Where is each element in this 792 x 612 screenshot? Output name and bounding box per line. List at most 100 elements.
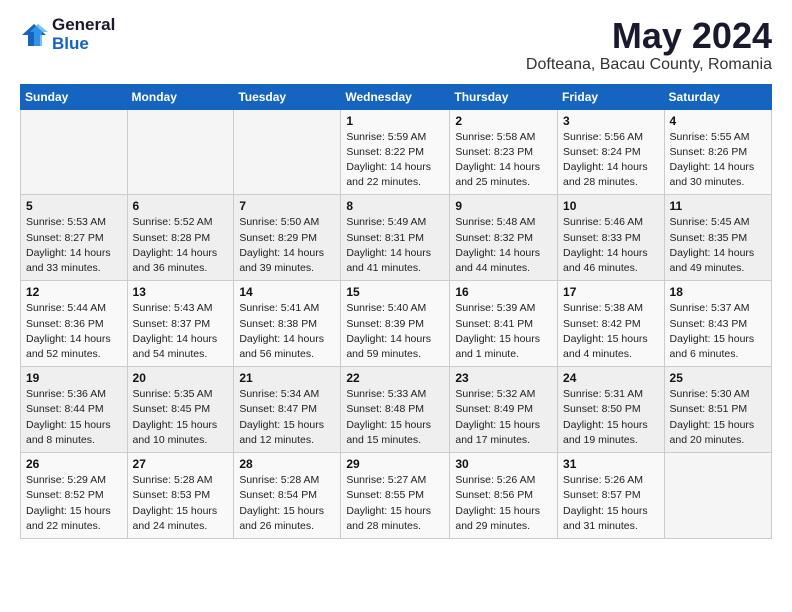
day-info: Sunrise: 5:58 AM Sunset: 8:23 PM Dayligh…: [455, 130, 552, 191]
day-info: Sunrise: 5:56 AM Sunset: 8:24 PM Dayligh…: [563, 130, 659, 191]
day-of-week-header: Monday: [127, 84, 234, 109]
logo-blue: Blue: [52, 35, 115, 54]
day-number: 15: [346, 285, 444, 299]
calendar-cell: 3 Sunrise: 5:56 AM Sunset: 8:24 PM Daylig…: [558, 109, 665, 195]
calendar-cell: 19 Sunrise: 5:36 AM Sunset: 8:44 PM Dayli…: [21, 367, 128, 453]
calendar-cell: 17Sunrise: 5:38 AM Sunset: 8:42 PM Dayli…: [558, 281, 665, 367]
day-info: Sunrise: 5:44 AM Sunset: 8:36 PM Dayligh…: [26, 301, 122, 362]
day-info: Sunrise: 5:43 AM Sunset: 8:37 PM Dayligh…: [133, 301, 229, 362]
calendar-cell: [234, 109, 341, 195]
day-info: Sunrise: 5:49 AM Sunset: 8:31 PM Dayligh…: [346, 215, 444, 276]
day-number: 14: [239, 285, 335, 299]
day-of-week-header: Tuesday: [234, 84, 341, 109]
day-info: Sunrise: 5:40 AM Sunset: 8:39 PM Dayligh…: [346, 301, 444, 362]
day-number: 13: [133, 285, 229, 299]
day-info: Sunrise: 5:28 AM Sunset: 8:53 PM Dayligh…: [133, 473, 229, 534]
calendar-cell: 22Sunrise: 5:33 AM Sunset: 8:48 PM Dayli…: [341, 367, 450, 453]
header: General Blue May 2024 Dofteana, Bacau Co…: [20, 16, 772, 74]
calendar-week-row: 19 Sunrise: 5:36 AM Sunset: 8:44 PM Dayli…: [21, 367, 772, 453]
calendar-cell: 26Sunrise: 5:29 AM Sunset: 8:52 PM Dayli…: [21, 453, 128, 539]
day-number: 18: [670, 285, 766, 299]
calendar-subtitle: Dofteana, Bacau County, Romania: [526, 56, 772, 74]
calendar-cell: 2 Sunrise: 5:58 AM Sunset: 8:23 PM Daylig…: [450, 109, 558, 195]
calendar-cell: 25Sunrise: 5:30 AM Sunset: 8:51 PM Dayli…: [664, 367, 771, 453]
day-of-week-header: Friday: [558, 84, 665, 109]
calendar-cell: 5 Sunrise: 5:53 AM Sunset: 8:27 PM Daylig…: [21, 195, 128, 281]
day-info: Sunrise: 5:48 AM Sunset: 8:32 PM Dayligh…: [455, 215, 552, 276]
title-block: May 2024 Dofteana, Bacau County, Romania: [526, 16, 772, 74]
day-number: 7: [239, 199, 335, 213]
day-number: 31: [563, 457, 659, 471]
calendar-cell: 10Sunrise: 5:46 AM Sunset: 8:33 PM Dayli…: [558, 195, 665, 281]
logo-icon: [20, 21, 48, 49]
calendar-cell: 27 Sunrise: 5:28 AM Sunset: 8:53 PM Dayli…: [127, 453, 234, 539]
day-info: Sunrise: 5:45 AM Sunset: 8:35 PM Dayligh…: [670, 215, 766, 276]
logo: General Blue: [20, 16, 115, 53]
calendar-week-row: 5 Sunrise: 5:53 AM Sunset: 8:27 PM Daylig…: [21, 195, 772, 281]
day-info: Sunrise: 5:31 AM Sunset: 8:50 PM Dayligh…: [563, 387, 659, 448]
calendar-title: May 2024: [526, 16, 772, 56]
day-info: Sunrise: 5:53 AM Sunset: 8:27 PM Dayligh…: [26, 215, 122, 276]
day-number: 20: [133, 371, 229, 385]
day-number: 3: [563, 114, 659, 128]
calendar-cell: 23Sunrise: 5:32 AM Sunset: 8:49 PM Dayli…: [450, 367, 558, 453]
day-info: Sunrise: 5:30 AM Sunset: 8:51 PM Dayligh…: [670, 387, 766, 448]
calendar-cell: 9 Sunrise: 5:48 AM Sunset: 8:32 PM Daylig…: [450, 195, 558, 281]
calendar-cell: 14 Sunrise: 5:41 AM Sunset: 8:38 PM Dayli…: [234, 281, 341, 367]
calendar-table: SundayMondayTuesdayWednesdayThursdayFrid…: [20, 84, 772, 539]
day-number: 24: [563, 371, 659, 385]
day-info: Sunrise: 5:37 AM Sunset: 8:43 PM Dayligh…: [670, 301, 766, 362]
day-of-week-header: Sunday: [21, 84, 128, 109]
calendar-cell: [21, 109, 128, 195]
calendar-cell: [664, 453, 771, 539]
calendar-cell: 11 Sunrise: 5:45 AM Sunset: 8:35 PM Dayli…: [664, 195, 771, 281]
calendar-cell: 6 Sunrise: 5:52 AM Sunset: 8:28 PM Daylig…: [127, 195, 234, 281]
day-number: 1: [346, 114, 444, 128]
day-info: Sunrise: 5:41 AM Sunset: 8:38 PM Dayligh…: [239, 301, 335, 362]
calendar-cell: 12Sunrise: 5:44 AM Sunset: 8:36 PM Dayli…: [21, 281, 128, 367]
day-info: Sunrise: 5:55 AM Sunset: 8:26 PM Dayligh…: [670, 130, 766, 191]
day-of-week-header: Wednesday: [341, 84, 450, 109]
calendar-cell: 15 Sunrise: 5:40 AM Sunset: 8:39 PM Dayli…: [341, 281, 450, 367]
day-number: 5: [26, 199, 122, 213]
calendar-cell: 8 Sunrise: 5:49 AM Sunset: 8:31 PM Daylig…: [341, 195, 450, 281]
day-info: Sunrise: 5:38 AM Sunset: 8:42 PM Dayligh…: [563, 301, 659, 362]
day-number: 19: [26, 371, 122, 385]
day-info: Sunrise: 5:52 AM Sunset: 8:28 PM Dayligh…: [133, 215, 229, 276]
logo-text: General Blue: [52, 16, 115, 53]
day-number: 11: [670, 199, 766, 213]
calendar-week-row: 1 Sunrise: 5:59 AM Sunset: 8:22 PM Daylig…: [21, 109, 772, 195]
day-number: 2: [455, 114, 552, 128]
calendar-cell: 29Sunrise: 5:27 AM Sunset: 8:55 PM Dayli…: [341, 453, 450, 539]
day-info: Sunrise: 5:36 AM Sunset: 8:44 PM Dayligh…: [26, 387, 122, 448]
day-info: Sunrise: 5:27 AM Sunset: 8:55 PM Dayligh…: [346, 473, 444, 534]
day-info: Sunrise: 5:59 AM Sunset: 8:22 PM Dayligh…: [346, 130, 444, 191]
calendar-cell: 7Sunrise: 5:50 AM Sunset: 8:29 PM Daylig…: [234, 195, 341, 281]
day-info: Sunrise: 5:32 AM Sunset: 8:49 PM Dayligh…: [455, 387, 552, 448]
day-number: 30: [455, 457, 552, 471]
day-number: 21: [239, 371, 335, 385]
day-info: Sunrise: 5:35 AM Sunset: 8:45 PM Dayligh…: [133, 387, 229, 448]
page: General Blue May 2024 Dofteana, Bacau Co…: [0, 0, 792, 559]
calendar-cell: 31 Sunrise: 5:26 AM Sunset: 8:57 PM Dayli…: [558, 453, 665, 539]
calendar-cell: 20 Sunrise: 5:35 AM Sunset: 8:45 PM Dayli…: [127, 367, 234, 453]
day-number: 8: [346, 199, 444, 213]
day-of-week-header: Saturday: [664, 84, 771, 109]
day-number: 10: [563, 199, 659, 213]
calendar-cell: 13 Sunrise: 5:43 AM Sunset: 8:37 PM Dayli…: [127, 281, 234, 367]
day-of-week-header: Thursday: [450, 84, 558, 109]
day-number: 16: [455, 285, 552, 299]
calendar-cell: 30Sunrise: 5:26 AM Sunset: 8:56 PM Dayli…: [450, 453, 558, 539]
calendar-cell: 21Sunrise: 5:34 AM Sunset: 8:47 PM Dayli…: [234, 367, 341, 453]
day-number: 6: [133, 199, 229, 213]
day-number: 9: [455, 199, 552, 213]
day-info: Sunrise: 5:28 AM Sunset: 8:54 PM Dayligh…: [239, 473, 335, 534]
day-info: Sunrise: 5:26 AM Sunset: 8:57 PM Dayligh…: [563, 473, 659, 534]
calendar-cell: 24 Sunrise: 5:31 AM Sunset: 8:50 PM Dayli…: [558, 367, 665, 453]
day-number: 27: [133, 457, 229, 471]
calendar-week-row: 12Sunrise: 5:44 AM Sunset: 8:36 PM Dayli…: [21, 281, 772, 367]
calendar-cell: 1 Sunrise: 5:59 AM Sunset: 8:22 PM Daylig…: [341, 109, 450, 195]
calendar-week-row: 26Sunrise: 5:29 AM Sunset: 8:52 PM Dayli…: [21, 453, 772, 539]
calendar-cell: [127, 109, 234, 195]
day-number: 22: [346, 371, 444, 385]
